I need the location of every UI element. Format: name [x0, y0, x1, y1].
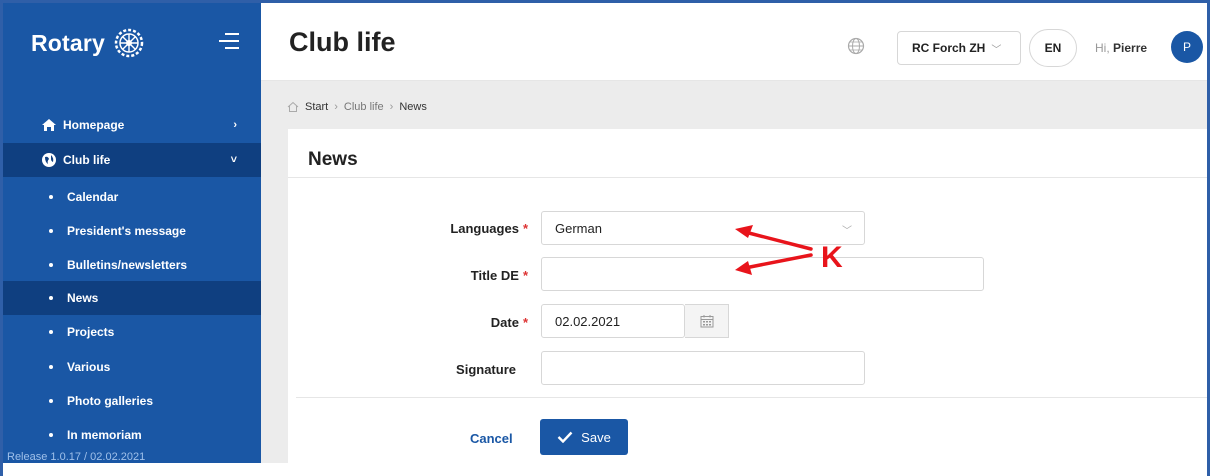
language-button[interactable]: EN	[1029, 29, 1077, 67]
breadcrumb-club-life[interactable]: Club life	[344, 101, 384, 113]
calendar-icon	[700, 315, 713, 328]
required-marker: *	[522, 268, 528, 283]
sidebar-item-calendar[interactable]: Calendar	[3, 180, 261, 214]
breadcrumb-separator-icon: ›	[389, 101, 394, 113]
sidebar-item-bulletins[interactable]: Bulletins/newsletters	[3, 248, 261, 282]
title-de-input[interactable]	[541, 257, 984, 291]
save-button[interactable]: Save	[540, 419, 628, 455]
required-marker: *	[522, 315, 528, 330]
user-name: Pierre	[1113, 41, 1148, 55]
divider	[288, 177, 1207, 178]
bullet-icon	[49, 296, 53, 300]
date-input[interactable]: 02.02.2021	[541, 304, 685, 338]
field-label-text: Date	[490, 315, 519, 330]
chevron-down-icon: ﹀	[991, 44, 1002, 56]
sidebar-item-various[interactable]: Various	[3, 350, 261, 384]
title-de-label: Title DE *	[328, 268, 528, 283]
home-icon	[42, 119, 56, 131]
sidebar-item-label: In memoriam	[67, 428, 142, 442]
sidebar-item-club-life[interactable]: Club life ˅	[3, 143, 261, 177]
card-title: News	[308, 149, 358, 170]
sidebar-item-homepage[interactable]: Homepage ›	[3, 108, 261, 142]
rotary-wheel-icon	[114, 28, 144, 58]
languages-value: German	[555, 220, 602, 236]
bullet-icon	[49, 433, 53, 437]
sidebar-item-label: Various	[67, 360, 111, 374]
menu-toggle-icon[interactable]	[219, 33, 239, 49]
field-label-text: Languages	[450, 221, 519, 236]
calendar-button[interactable]	[685, 304, 729, 338]
sidebar-item-label: News	[67, 291, 99, 305]
checkmark-icon	[557, 431, 573, 443]
club-name: RC Forch ZH	[912, 41, 986, 55]
sidebar-item-label: Projects	[67, 325, 115, 339]
bullet-icon	[49, 330, 53, 334]
signature-input[interactable]	[541, 351, 865, 385]
club-selector[interactable]: RC Forch ZH ﹀	[897, 31, 1021, 65]
breadcrumb: Start › Club life › News	[287, 101, 427, 113]
breadcrumb-start[interactable]: Start	[305, 101, 328, 113]
brand[interactable]: Rotary	[3, 3, 261, 83]
sidebar-item-projects[interactable]: Projects	[3, 315, 261, 349]
sidebar-item-presidents-message[interactable]: President's message	[3, 214, 261, 248]
sidebar-item-label: Photo galleries	[67, 394, 154, 408]
sidebar-item-label: Homepage	[63, 118, 125, 132]
chevron-down-icon: ﹀	[842, 226, 852, 237]
field-label-text: Title DE	[470, 268, 519, 283]
sidebar-item-label: Club life	[63, 153, 111, 167]
sidebar-item-label: Bulletins/newsletters	[67, 258, 188, 272]
sidebar: Rotary Homepage › Club life ˅ Calendar P…	[3, 3, 261, 463]
signature-label: Signature	[456, 362, 516, 377]
breadcrumb-news: News	[399, 101, 427, 113]
sidebar-item-in-memoriam[interactable]: In memoriam	[3, 418, 261, 452]
divider	[296, 397, 1207, 398]
home-outline-icon[interactable]	[287, 101, 299, 113]
user-greeting: Hi, Pierre	[1095, 41, 1147, 55]
bullet-icon	[49, 263, 53, 267]
languages-select[interactable]: German ﹀	[541, 211, 865, 245]
date-label: Date *	[328, 315, 528, 330]
page-title: Club life	[289, 27, 396, 57]
required-marker: *	[522, 221, 528, 236]
sidebar-item-label: President's message	[67, 224, 186, 238]
sidebar-item-photo-galleries[interactable]: Photo galleries	[3, 384, 261, 418]
sidebar-item-label: Calendar	[67, 190, 119, 204]
sidebar-item-news[interactable]: News	[3, 281, 261, 315]
greeting-text: Hi,	[1095, 41, 1110, 55]
save-label: Save	[581, 429, 611, 445]
languages-label: Languages *	[328, 221, 528, 236]
language-globe-icon[interactable]	[847, 37, 865, 55]
cancel-button[interactable]: Cancel	[470, 431, 513, 446]
brand-logo-text: Rotary	[31, 29, 106, 56]
release-version: Release 1.0.17 / 02.02.2021	[7, 451, 146, 463]
bullet-icon	[49, 229, 53, 233]
breadcrumb-separator-icon: ›	[334, 101, 338, 113]
bullet-icon	[49, 365, 53, 369]
bullet-icon	[49, 195, 53, 199]
chevron-down-icon: ˅	[230, 154, 237, 166]
avatar[interactable]: P	[1171, 31, 1203, 63]
bullet-icon	[49, 399, 53, 403]
news-form-card: News Languages * German ﹀ Title DE * Date *…	[288, 129, 1207, 463]
chevron-right-icon: ›	[233, 119, 237, 131]
header: Club life RC Forch ZH ﹀ EN Hi, Pierre P	[261, 3, 1207, 81]
globe-icon	[42, 153, 56, 167]
